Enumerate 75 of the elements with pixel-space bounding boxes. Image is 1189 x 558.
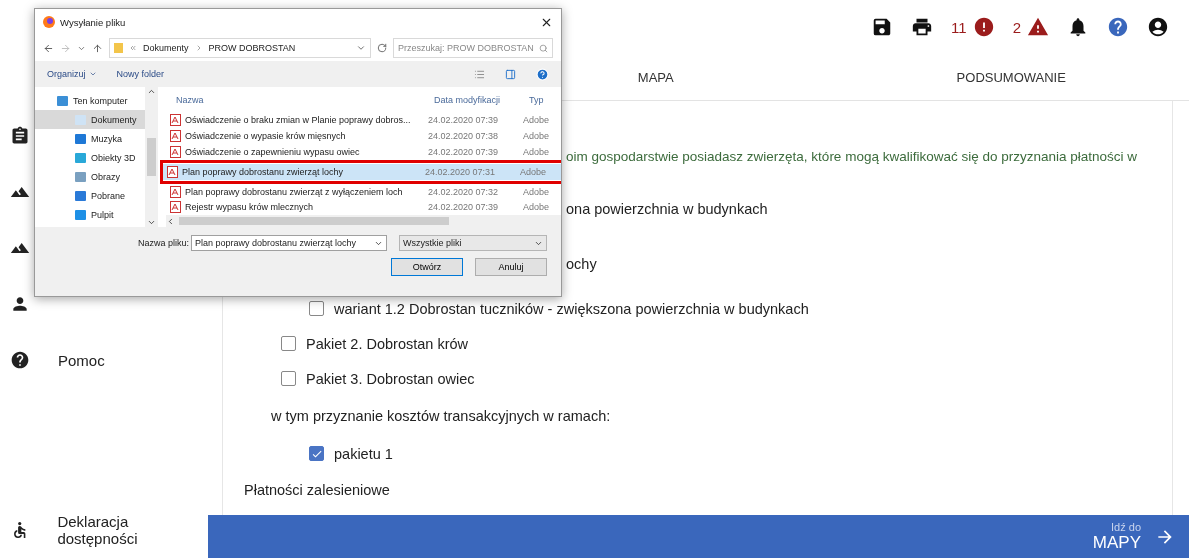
nav-item[interactable]: Obrazy: [35, 167, 145, 186]
file-type-dropdown[interactable]: Wszystkie pliki: [399, 235, 547, 251]
nav-item[interactable]: Pobrane: [35, 186, 145, 205]
filename-field[interactable]: Plan poprawy dobrostanu zwierząt lochy: [191, 235, 387, 251]
breadcrumb-item[interactable]: PROW DOBROSTAN: [208, 43, 296, 53]
organize-menu[interactable]: Organizuj: [47, 69, 97, 79]
scroll-up-icon[interactable]: [147, 87, 156, 96]
preview-pane-icon[interactable]: [505, 68, 516, 80]
file-row[interactable]: Oświadczenie o zapewnieniu wypasu owiec 24.02.2020 07:39 Adobe: [166, 144, 561, 160]
dialog-title: Wysyłanie pliku: [60, 16, 127, 28]
pdf-file-icon: [170, 145, 181, 158]
section-heading: Płatności zalesieniowe: [244, 482, 390, 498]
help-icon[interactable]: [10, 350, 30, 370]
checkbox-label: Pakiet 3. Dobrostan owiec: [306, 370, 475, 387]
sidebar-item[interactable]: Pomoc: [58, 351, 105, 369]
account-icon[interactable]: [1147, 16, 1169, 38]
warning-icon[interactable]: [1027, 16, 1049, 38]
clipboard-icon[interactable]: [10, 126, 30, 146]
view-icon[interactable]: [474, 68, 485, 80]
option-label: ona powierzchnia w budynkach: [566, 200, 768, 217]
pdf-file-icon: [170, 130, 181, 143]
checkbox[interactable]: [309, 301, 324, 316]
column-header[interactable]: Nazwa: [176, 94, 434, 105]
search-field[interactable]: Przeszukaj: PROW DOBROSTAN: [393, 38, 553, 58]
search-icon: [539, 43, 548, 53]
scroll-down-icon[interactable]: [147, 218, 156, 227]
column-header[interactable]: Typ: [529, 94, 561, 105]
checkbox[interactable]: [281, 336, 296, 351]
caret-icon: [88, 70, 97, 78]
file-row[interactable]: Plan poprawy dobrostanu zwierząt lochy 24.02.2020 07:31 Adobe: [163, 163, 561, 180]
info-text: oim gospodarstwie posiadasz zwierzęta, które mogą kwalifikować się do przyznania płatności w: [566, 148, 1137, 164]
print-icon[interactable]: [911, 16, 934, 38]
scroll-left-icon[interactable]: [166, 216, 175, 226]
pdf-file-icon: [170, 201, 181, 214]
checkbox-label: wariant 1.2 Dobrostan tuczników - zwiększona powierzchnia w budynkach: [334, 300, 809, 317]
checkbox-label: Pakiet 2. Dobrostan krów: [306, 335, 468, 352]
warning-count: 2: [1012, 18, 1021, 36]
column-header[interactable]: Data modyfikacji: [434, 94, 529, 105]
up-icon[interactable]: [92, 42, 103, 54]
option-label: ochy: [566, 255, 597, 272]
nav-item[interactable]: Obiekty 3D: [35, 148, 145, 167]
chevrons-icon: [129, 44, 137, 52]
sidebar-item[interactable]: Deklaracja dostępności: [57, 513, 208, 547]
address-bar[interactable]: Dokumenty PROW DOBROSTAN: [109, 38, 371, 58]
nav-item[interactable]: Ten komputer: [35, 91, 145, 110]
nav-item[interactable]: Dokumenty: [35, 110, 145, 129]
nav-item[interactable]: Pulpit: [35, 205, 145, 224]
scrollbar-thumb[interactable]: [147, 138, 156, 176]
back-icon[interactable]: [43, 42, 54, 54]
checkbox-label: pakietu 1: [334, 445, 393, 462]
tab[interactable]: PODSUMOWANIE: [833, 54, 1189, 100]
scrollbar-thumb[interactable]: [179, 217, 449, 226]
dropdown-icon[interactable]: [356, 43, 366, 53]
pdf-file-icon: [170, 185, 181, 198]
nav-item[interactable]: Muzyka: [35, 129, 145, 148]
checkbox[interactable]: [281, 371, 296, 386]
nav-hint: Idź do: [1111, 520, 1141, 533]
cancel-button[interactable]: Anuluj: [475, 258, 547, 276]
checkbox[interactable]: [309, 446, 324, 461]
file-row[interactable]: Rejestr wypasu krów mlecznych 24.02.2020 07:39 Adobe: [166, 199, 561, 216]
file-row[interactable]: Plan poprawy dobrostanu zwierząt z wyłączeniem loch 24.02.2020 07:32 Adobe: [166, 183, 561, 200]
error-icon[interactable]: [972, 16, 995, 38]
breadcrumb-item[interactable]: Dokumenty: [143, 43, 189, 53]
file-row[interactable]: Oświadczenie o wypasie krów mięsnych 24.02.2020 07:38 Adobe: [166, 128, 561, 145]
section-text: w tym przyznanie kosztów transakcyjnych w ramach:: [271, 408, 611, 424]
next-step-link[interactable]: MAPY: [1092, 532, 1141, 553]
browser-logo-icon: [43, 16, 55, 28]
open-button[interactable]: Otwórz: [391, 258, 463, 276]
new-folder-button[interactable]: Nowy folder: [116, 69, 165, 79]
error-count: 11: [951, 18, 967, 36]
file-row[interactable]: Oświadczenie o braku zmian w Planie poprawy dobros... 24.02.2020 07:39 Adobe: [166, 112, 561, 129]
refresh-icon[interactable]: [377, 43, 387, 53]
pdf-file-icon: [167, 165, 178, 178]
filename-label: Nazwa pliku:: [137, 238, 189, 248]
pdf-file-icon: [170, 114, 181, 127]
